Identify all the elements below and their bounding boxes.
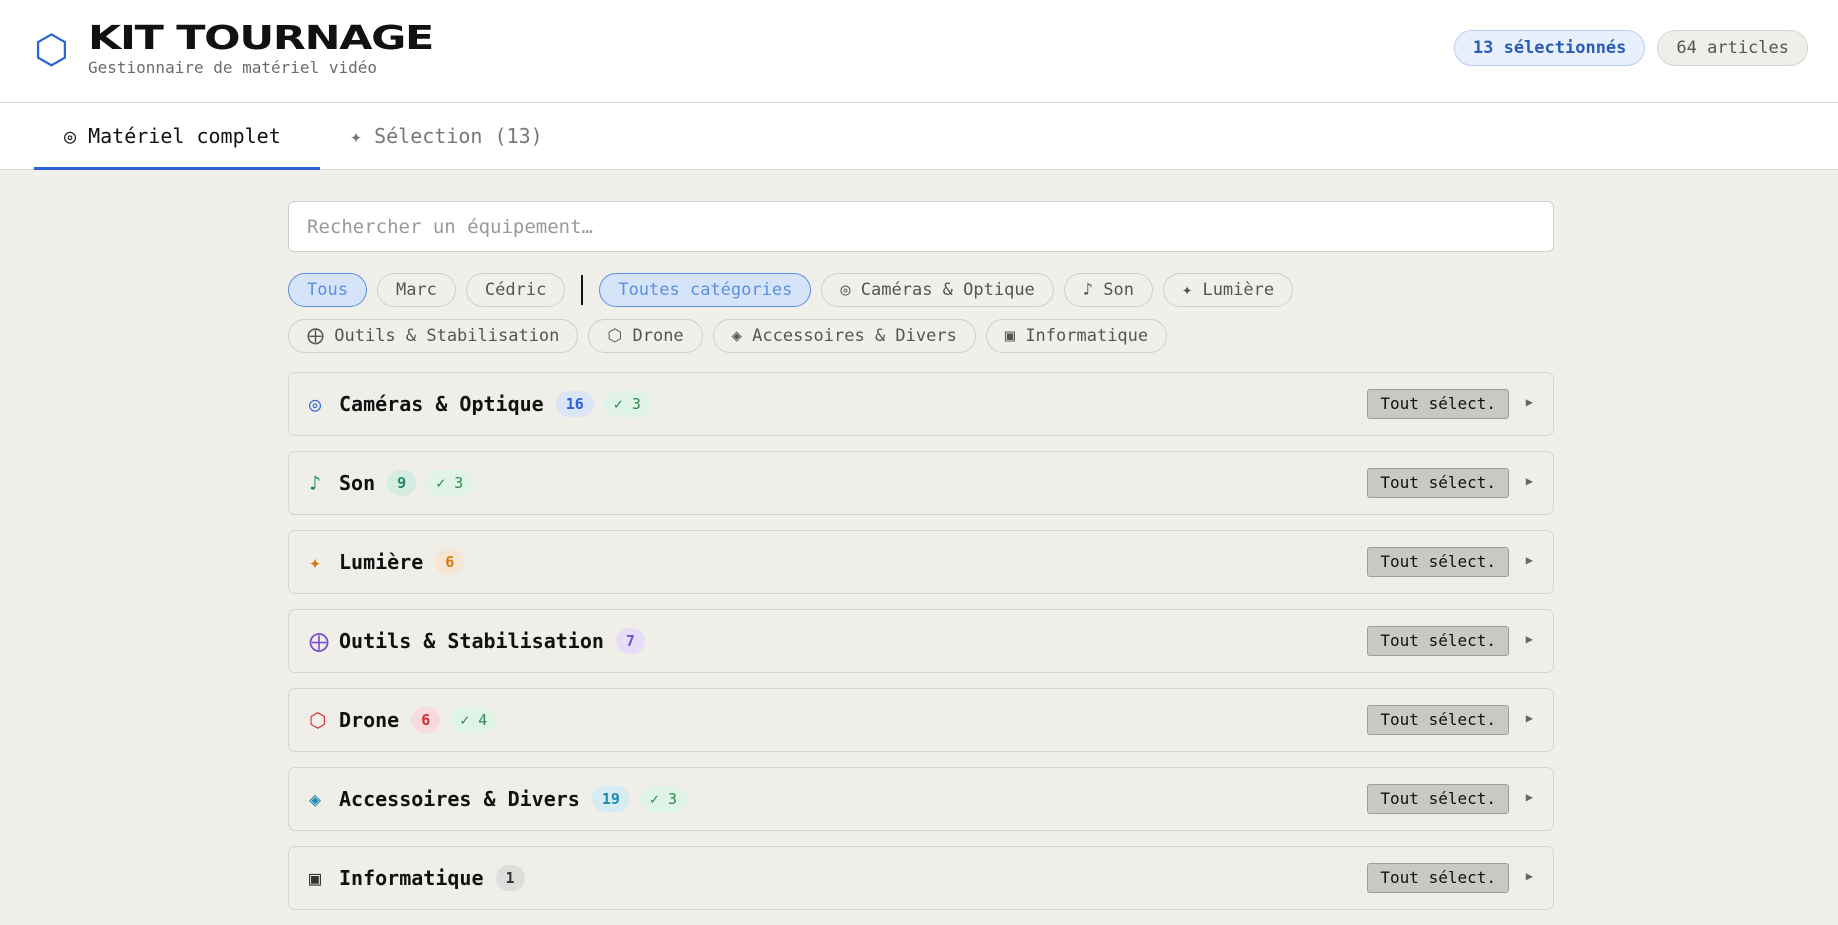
item-count-badge: 6 — [411, 707, 441, 733]
category-icon: ◎ — [309, 392, 322, 416]
app-title: KIT TOURNAGE — [88, 18, 434, 57]
select-all-button[interactable]: Tout sélect. — [1367, 389, 1509, 419]
selected-count-badge[interactable]: 13 sélectionnés — [1453, 30, 1646, 66]
select-all-button[interactable]: Tout sélect. — [1367, 547, 1509, 577]
filter-row-2: ⨁ Outils & Stabilisation ⬡ Drone ◈ Accesso… — [288, 318, 1554, 354]
tab-full-equipment[interactable]: ◎ Matériel complet — [34, 103, 320, 170]
category-row[interactable]: ✦ Lumière 6 Tout sélect. ▶ — [288, 530, 1554, 594]
hexagon-logo-icon: ⬡ — [34, 27, 69, 73]
articles-count-badge: 64 articles — [1657, 30, 1808, 66]
header-badges: 13 sélectionnés 64 articles — [1453, 30, 1808, 66]
category-icon: ◈ — [309, 787, 322, 811]
selected-count-badge: ✓ 4 — [450, 707, 498, 733]
tab-bar: ◎ Matériel complet ✦ Sélection (13) — [0, 103, 1838, 170]
filter-chip-category[interactable]: ♪ Son — [1063, 273, 1153, 307]
item-count-badge: 16 — [555, 391, 594, 417]
filter-chip-category[interactable]: ◎ Caméras & Optique — [821, 273, 1054, 307]
main-content: Tous Marc Cédric Toutes catégories ◎ Caméras… — [288, 201, 1554, 925]
category-name: Lumière — [339, 550, 424, 574]
filter-chip-person[interactable]: Cédric — [465, 273, 566, 307]
item-count-badge: 6 — [435, 549, 465, 575]
item-count-badge: 9 — [387, 470, 417, 496]
category-row[interactable]: ▣ Informatique 1 Tout sélect. ▶ — [288, 846, 1554, 910]
select-all-button[interactable]: Tout sélect. — [1367, 626, 1509, 656]
filter-chip-person[interactable]: Tous — [288, 273, 367, 307]
category-row[interactable]: ⬡ Drone 6 ✓ 4 Tout sélect. ▶ — [288, 688, 1554, 752]
app-subtitle: Gestionnaire de matériel vidéo — [88, 58, 377, 77]
filter-chips: Tous Marc Cédric Toutes catégories ◎ Caméras… — [288, 272, 1554, 372]
item-count-badge: 19 — [591, 786, 630, 812]
category-row[interactable]: ♪ Son 9 ✓ 3 Tout sélect. ▶ — [288, 451, 1554, 515]
filter-chip-category[interactable]: ✦ Lumière — [1162, 273, 1294, 307]
tab-selection[interactable]: ✦ Sélection (13) — [350, 103, 543, 170]
filter-divider — [581, 275, 584, 305]
category-name: Caméras & Optique — [339, 392, 544, 416]
filter-chip-category[interactable]: ⨁ Outils & Stabilisation — [288, 319, 579, 353]
filter-row-1: Tous Marc Cédric Toutes catégories ◎ Caméras… — [288, 272, 1554, 308]
category-list: ◎ Caméras & Optique 16 ✓ 3 Tout sélect. ▶ ♪ Son… — [288, 372, 1554, 910]
selected-count-badge: ✓ 3 — [639, 786, 687, 812]
select-all-button[interactable]: Tout sélect. — [1367, 705, 1509, 735]
category-name: Son — [339, 471, 376, 495]
item-count-badge: 1 — [495, 865, 525, 891]
selected-count-badge: ✓ 3 — [603, 391, 651, 417]
category-name: Drone — [339, 708, 400, 732]
category-icon: ♪ — [309, 471, 322, 495]
search-input[interactable] — [288, 201, 1554, 252]
select-all-button[interactable]: Tout sélect. — [1367, 863, 1509, 893]
expand-arrow-icon[interactable]: ▶ — [1526, 632, 1533, 646]
filter-chip-category[interactable]: ▣ Informatique — [985, 319, 1168, 353]
expand-arrow-icon[interactable]: ▶ — [1526, 395, 1533, 409]
filter-chip-category[interactable]: ◈ Accessoires & Divers — [712, 319, 976, 353]
filter-chip-category[interactable]: ⬡ Drone — [588, 319, 703, 353]
category-icon: ⨁ — [309, 629, 329, 653]
category-name: Accessoires & Divers — [339, 787, 580, 811]
expand-arrow-icon[interactable]: ▶ — [1526, 474, 1533, 488]
expand-arrow-icon[interactable]: ▶ — [1526, 553, 1533, 567]
category-row[interactable]: ◎ Caméras & Optique 16 ✓ 3 Tout sélect. ▶ — [288, 372, 1554, 436]
category-icon: ✦ — [309, 550, 322, 574]
item-count-badge: 7 — [615, 628, 645, 654]
filter-chip-category[interactable]: Toutes catégories — [599, 273, 812, 307]
category-icon: ⬡ — [309, 708, 327, 732]
select-all-button[interactable]: Tout sélect. — [1367, 784, 1509, 814]
filter-chip-person[interactable]: Marc — [376, 273, 456, 307]
expand-arrow-icon[interactable]: ▶ — [1526, 790, 1533, 804]
app-header: ⬡ KIT TOURNAGE Gestionnaire de matériel … — [0, 0, 1838, 103]
category-name: Outils & Stabilisation — [339, 629, 604, 653]
category-icon: ▣ — [309, 866, 322, 890]
expand-arrow-icon[interactable]: ▶ — [1526, 711, 1533, 725]
category-row[interactable]: ◈ Accessoires & Divers 19 ✓ 3 Tout sélect. ▶ — [288, 767, 1554, 831]
category-name: Informatique — [339, 866, 484, 890]
category-row[interactable]: ⨁ Outils & Stabilisation 7 Tout sélect. ▶ — [288, 609, 1554, 673]
selected-count-badge: ✓ 3 — [426, 470, 474, 496]
select-all-button[interactable]: Tout sélect. — [1367, 468, 1509, 498]
expand-arrow-icon[interactable]: ▶ — [1526, 869, 1533, 883]
